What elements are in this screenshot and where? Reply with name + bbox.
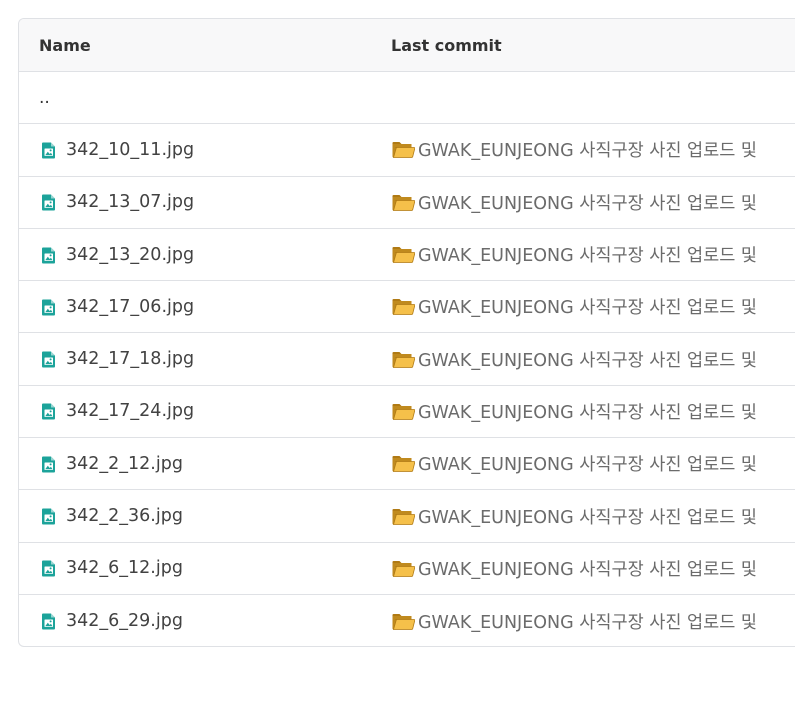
- image-file-icon: [41, 402, 57, 420]
- file-row[interactable]: 342_17_24.jpg GWAK_EUNJEONG 사직구장 사진 업로드 …: [19, 386, 795, 439]
- file-name-link[interactable]: 342_13_07.jpg: [66, 192, 194, 212]
- file-name-link[interactable]: 342_6_12.jpg: [66, 558, 183, 578]
- file-name-link[interactable]: 342_2_36.jpg: [66, 506, 183, 526]
- commit-message-link[interactable]: GWAK_EUNJEONG 사직구장 사진 업로드 및: [418, 242, 757, 267]
- commit-message-link[interactable]: GWAK_EUNJEONG 사직구장 사진 업로드 및: [418, 399, 757, 424]
- file-name-link[interactable]: 342_10_11.jpg: [66, 140, 194, 160]
- column-header-last-commit: Last commit: [391, 35, 502, 55]
- image-file-icon: [41, 507, 57, 525]
- image-file-icon: [41, 350, 57, 368]
- image-file-icon: [41, 298, 57, 316]
- open-folder-icon: [391, 245, 416, 264]
- open-folder-icon: [391, 350, 416, 369]
- file-name-link[interactable]: 342_2_12.jpg: [66, 454, 183, 474]
- commit-message-link[interactable]: GWAK_EUNJEONG 사직구장 사진 업로드 및: [418, 451, 757, 476]
- commit-message-link[interactable]: GWAK_EUNJEONG 사직구장 사진 업로드 및: [418, 504, 757, 529]
- column-header-name: Name: [39, 35, 91, 55]
- file-row[interactable]: 342_17_18.jpg GWAK_EUNJEONG 사직구장 사진 업로드 …: [19, 333, 795, 386]
- image-file-icon: [41, 455, 57, 473]
- table-header: Name Last commit: [19, 19, 795, 72]
- file-row[interactable]: 342_6_12.jpg GWAK_EUNJEONG 사직구장 사진 업로드 및: [19, 543, 795, 595]
- image-file-icon: [41, 559, 57, 577]
- commit-message-link[interactable]: GWAK_EUNJEONG 사직구장 사진 업로드 및: [418, 556, 757, 581]
- file-name-link[interactable]: 342_17_24.jpg: [66, 401, 194, 421]
- image-file-icon: [41, 246, 57, 264]
- commit-message-link[interactable]: GWAK_EUNJEONG 사직구장 사진 업로드 및: [418, 609, 757, 634]
- open-folder-icon: [391, 140, 416, 159]
- commit-message-link[interactable]: GWAK_EUNJEONG 사직구장 사진 업로드 및: [418, 294, 757, 319]
- file-row[interactable]: 342_6_29.jpg GWAK_EUNJEONG 사직구장 사진 업로드 및: [19, 595, 795, 646]
- file-name-link[interactable]: 342_6_29.jpg: [66, 611, 183, 631]
- file-row[interactable]: 342_17_06.jpg GWAK_EUNJEONG 사직구장 사진 업로드 …: [19, 281, 795, 334]
- file-table: Name Last commit .. 342_10_11.jpg GWAK_E…: [18, 18, 795, 647]
- open-folder-icon: [391, 454, 416, 473]
- file-row[interactable]: 342_2_12.jpg GWAK_EUNJEONG 사직구장 사진 업로드 및: [19, 438, 795, 491]
- image-file-icon: [41, 612, 57, 630]
- commit-message-link[interactable]: GWAK_EUNJEONG 사직구장 사진 업로드 및: [418, 137, 757, 162]
- file-name-link[interactable]: 342_17_18.jpg: [66, 349, 194, 369]
- open-folder-icon: [391, 559, 416, 578]
- open-folder-icon: [391, 297, 416, 316]
- commit-message-link[interactable]: GWAK_EUNJEONG 사직구장 사진 업로드 및: [418, 347, 757, 372]
- open-folder-icon: [391, 193, 416, 212]
- open-folder-icon: [391, 612, 416, 631]
- commit-message-link[interactable]: GWAK_EUNJEONG 사직구장 사진 업로드 및: [418, 190, 757, 215]
- image-file-icon: [41, 193, 57, 211]
- file-row[interactable]: 342_13_07.jpg GWAK_EUNJEONG 사직구장 사진 업로드 …: [19, 177, 795, 229]
- file-row[interactable]: 342_2_36.jpg GWAK_EUNJEONG 사직구장 사진 업로드 및: [19, 490, 795, 543]
- file-name-link[interactable]: 342_17_06.jpg: [66, 297, 194, 317]
- open-folder-icon: [391, 507, 416, 526]
- parent-directory-row[interactable]: ..: [19, 72, 795, 125]
- file-row[interactable]: 342_10_11.jpg GWAK_EUNJEONG 사직구장 사진 업로드 …: [19, 124, 795, 177]
- file-row[interactable]: 342_13_20.jpg GWAK_EUNJEONG 사직구장 사진 업로드 …: [19, 229, 795, 282]
- file-name-link[interactable]: 342_13_20.jpg: [66, 245, 194, 265]
- open-folder-icon: [391, 402, 416, 421]
- image-file-icon: [41, 141, 57, 159]
- parent-directory-link[interactable]: ..: [39, 88, 50, 108]
